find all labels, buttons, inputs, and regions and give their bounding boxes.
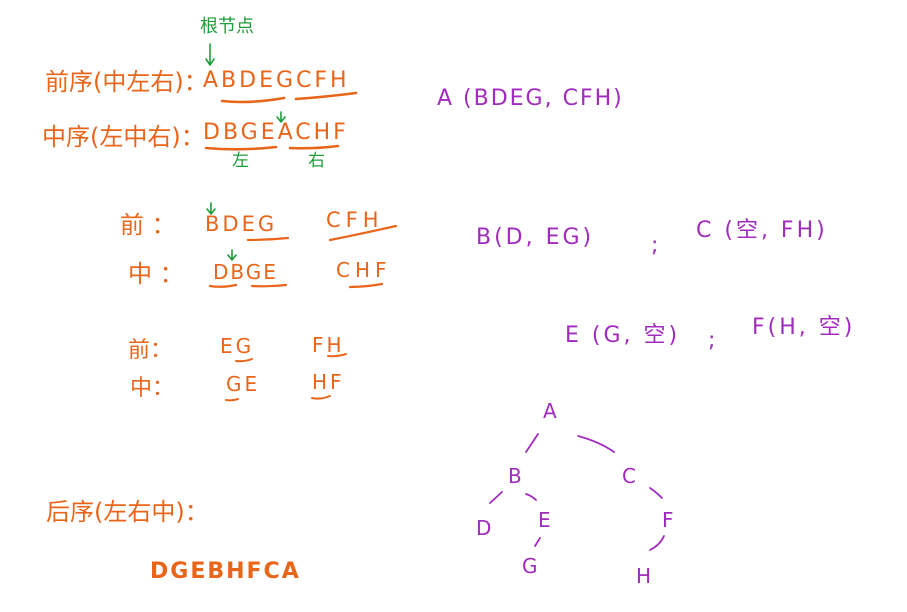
tree-node-h: H — [636, 564, 652, 588]
inorder-label: 中序(左中右)： — [42, 123, 205, 151]
green-arrow-step1-in — [227, 249, 237, 261]
underline-step1-in-left-2 — [250, 283, 288, 288]
inorder-sequence: DBGEACHF — [203, 120, 349, 145]
green-arrow-root — [205, 43, 215, 66]
step1-preorder-label: 前 ： — [120, 211, 176, 239]
tree-node-g: G — [522, 554, 538, 578]
underline-step2-pre-left — [235, 358, 253, 363]
tree-node-c: C — [622, 464, 636, 488]
decomp-line-f: F(H, 空) — [752, 315, 856, 340]
underline-step1-in-right — [348, 282, 384, 289]
underline-step2-in-right — [311, 395, 331, 400]
edge-e-g — [534, 537, 541, 547]
underline-pre-left — [220, 96, 286, 104]
edge-c-f — [649, 487, 663, 499]
decomp-line-b: B(D, EG) — [476, 225, 595, 250]
step2-preorder-right: FH — [312, 333, 345, 357]
root-node-note: 根节点 — [200, 16, 254, 37]
step2-preorder-label: 前： — [128, 338, 173, 363]
step1-inorder-label: 中 ： — [128, 260, 184, 288]
decomp-line-c: C (空, FH) — [696, 218, 828, 243]
tree-node-b: B — [508, 464, 522, 488]
underline-pre-right — [294, 91, 358, 101]
underline-in-left — [204, 145, 278, 151]
tree-node-f: F — [662, 508, 674, 532]
tree-node-a: A — [543, 399, 557, 423]
step2-inorder-label: 中： — [130, 376, 175, 401]
step1-preorder-left: BDEG — [205, 212, 278, 236]
tree-node-e: E — [538, 508, 551, 532]
step2-inorder-left: GE — [226, 372, 261, 396]
inorder-left-tag: 左 — [232, 151, 249, 171]
decomp-line-e: E (G, 空) — [565, 323, 681, 348]
underline-step1-pre-left — [246, 236, 290, 242]
postorder-label: 后序(左右中)： — [46, 498, 209, 526]
decomp-separator-1: ; — [651, 233, 659, 258]
edge-a-c — [577, 435, 615, 453]
step2-preorder-left: EG — [220, 334, 255, 358]
tree-node-d: D — [476, 516, 492, 540]
preorder-sequence: ABDEGCFH — [203, 68, 350, 93]
underline-step1-in-left-1 — [208, 283, 238, 288]
step1-inorder-left: DBGE — [213, 260, 278, 284]
whiteboard-canvas: 根节点 前序(中左右)： ABDEGCFH 中序(左中右)： DBGEACHF … — [0, 0, 907, 612]
step1-preorder-right: CFH — [326, 208, 384, 232]
edge-b-d — [489, 491, 503, 504]
decomp-separator-2: ; — [708, 328, 716, 353]
preorder-label: 前序(中左右)： — [45, 68, 208, 96]
step1-inorder-right: CHF — [336, 258, 392, 282]
inorder-right-tag: 右 — [308, 151, 325, 171]
edge-f-h — [649, 535, 665, 551]
decomp-line-a: A (BDEG, CFH) — [437, 86, 624, 111]
step2-inorder-right: HF — [312, 370, 345, 394]
underline-step2-in-left — [225, 398, 239, 402]
edge-a-b — [525, 433, 539, 453]
postorder-sequence: DGEBHFCA — [150, 559, 301, 584]
underline-in-right — [288, 144, 340, 150]
edge-b-e — [525, 493, 537, 501]
